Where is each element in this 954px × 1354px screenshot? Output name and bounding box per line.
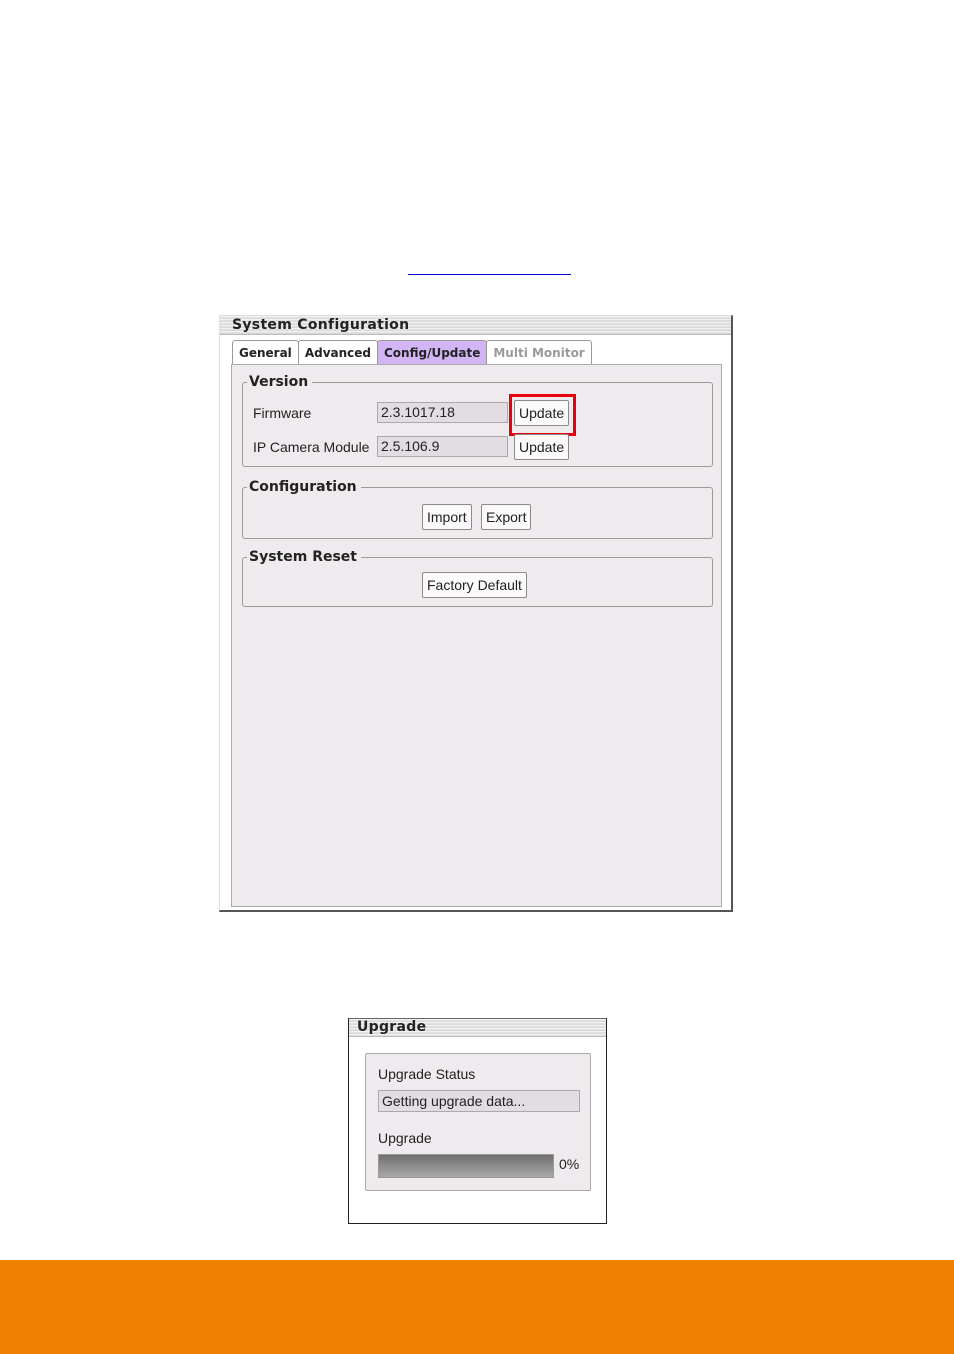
window-titlebar[interactable]: System Configuration bbox=[220, 316, 731, 335]
export-button[interactable]: Export bbox=[481, 504, 532, 530]
import-button[interactable]: Import bbox=[422, 504, 472, 530]
footer-bar bbox=[0, 1260, 954, 1354]
tab-advanced[interactable]: Advanced bbox=[297, 340, 378, 365]
version-legend: Version bbox=[249, 374, 309, 390]
tab-bar: General Advanced Config/Update Multi Mon… bbox=[232, 340, 592, 366]
tab-config-update[interactable]: Config/Update bbox=[377, 340, 488, 365]
system-reset-group: System Reset Factory Default bbox=[242, 550, 713, 607]
firmware-version-field: 2.3.1017.18 bbox=[377, 402, 508, 423]
upgrade-titlebar[interactable]: Upgrade bbox=[349, 1018, 606, 1037]
system-configuration-window: System Configuration General Advanced Co… bbox=[219, 315, 733, 912]
upgrade-panel: Upgrade Status Getting upgrade data... U… bbox=[365, 1053, 591, 1191]
upgrade-dialog: Upgrade Upgrade Status Getting upgrade d… bbox=[348, 1018, 607, 1224]
upgrade-progress-percent: 0% bbox=[559, 1156, 580, 1172]
ip-camera-module-label: IP Camera Module bbox=[253, 439, 370, 455]
factory-default-button[interactable]: Factory Default bbox=[422, 572, 527, 598]
system-reset-legend: System Reset bbox=[249, 549, 357, 565]
tab-multi-monitor[interactable]: Multi Monitor bbox=[486, 340, 592, 365]
firmware-update-button[interactable]: Update bbox=[514, 400, 570, 426]
firmware-label: Firmware bbox=[253, 405, 312, 421]
configuration-legend: Configuration bbox=[249, 479, 357, 495]
ip-camera-update-button[interactable]: Update bbox=[514, 434, 570, 460]
window-title: System Configuration bbox=[232, 317, 410, 333]
upgrade-progress-bar bbox=[378, 1154, 554, 1178]
upgrade-progress-label: Upgrade bbox=[378, 1130, 432, 1146]
version-group: Version Firmware 2.3.1017.18 Update IP C… bbox=[242, 375, 713, 467]
progress-track bbox=[379, 1155, 553, 1177]
configuration-group: Configuration Import Export bbox=[242, 480, 713, 539]
upgrade-status-label: Upgrade Status bbox=[378, 1066, 476, 1082]
tab-general[interactable]: General bbox=[232, 340, 299, 365]
hyperlink-underline[interactable] bbox=[408, 274, 571, 275]
config-update-panel: Version Firmware 2.3.1017.18 Update IP C… bbox=[231, 364, 722, 907]
ip-camera-version-field: 2.5.106.9 bbox=[377, 436, 508, 457]
upgrade-status-field: Getting upgrade data... bbox=[378, 1090, 580, 1112]
upgrade-title: Upgrade bbox=[357, 1019, 427, 1035]
